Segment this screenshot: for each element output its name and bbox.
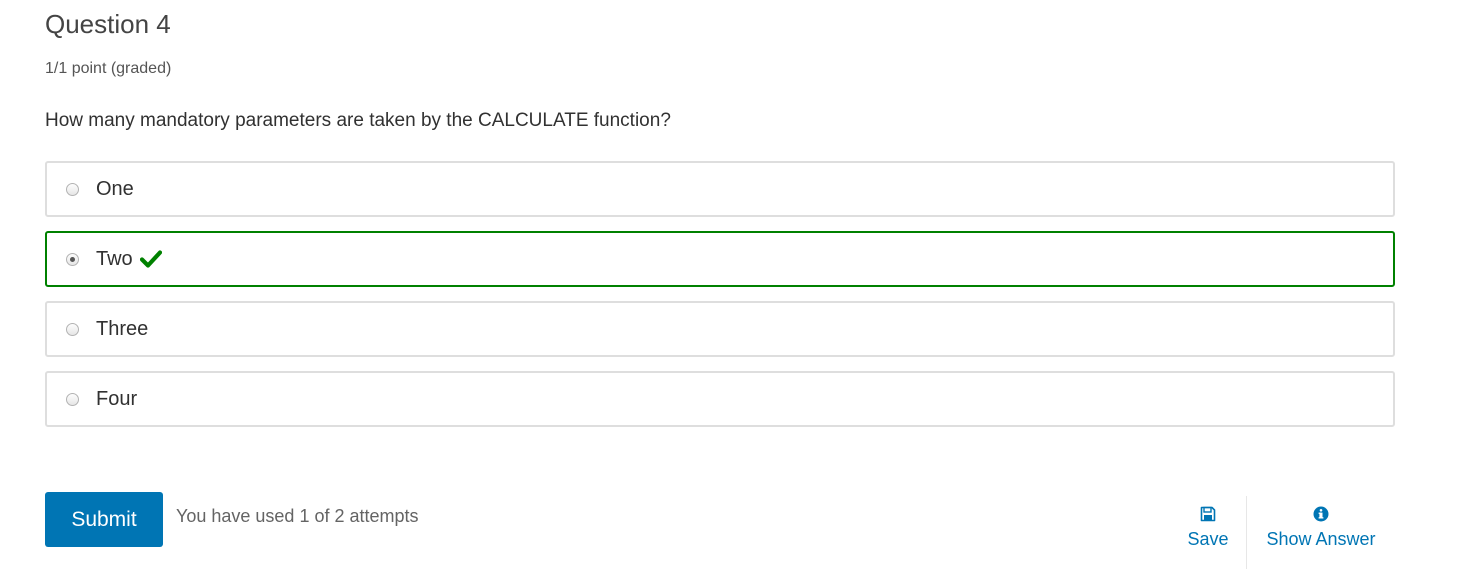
save-button[interactable]: Save bbox=[1176, 506, 1240, 550]
radio-button[interactable] bbox=[66, 392, 79, 406]
choice-label: Two bbox=[96, 247, 133, 270]
radio-button[interactable] bbox=[66, 182, 79, 196]
attempts-status: You have used 1 of 2 attempts bbox=[176, 506, 419, 526]
choice-three[interactable]: Three bbox=[45, 301, 1395, 357]
save-label: Save bbox=[1187, 529, 1229, 549]
radio-button[interactable] bbox=[66, 322, 79, 336]
choice-label: Four bbox=[96, 387, 138, 410]
problem-page: Question 4 1/1 point (graded) How many m… bbox=[0, 0, 1465, 569]
choice-one[interactable]: One bbox=[45, 161, 1395, 217]
show-answer-button[interactable]: Show Answer bbox=[1256, 506, 1386, 550]
show-answer-label: Show Answer bbox=[1266, 529, 1376, 549]
action-divider bbox=[1246, 496, 1247, 569]
info-circle-icon bbox=[1256, 506, 1386, 526]
choice-four[interactable]: Four bbox=[45, 371, 1395, 427]
floppy-disk-icon bbox=[1176, 506, 1240, 526]
submit-button[interactable]: Submit bbox=[45, 492, 163, 547]
question-title: Question 4 bbox=[45, 9, 171, 39]
points-status: 1/1 point (graded) bbox=[45, 60, 172, 77]
radio-button-selected[interactable] bbox=[66, 252, 79, 266]
question-prompt: How many mandatory parameters are taken … bbox=[45, 110, 671, 131]
choice-label: Three bbox=[96, 317, 149, 340]
checkmark-icon bbox=[139, 250, 162, 268]
choice-label: One bbox=[96, 177, 134, 200]
choice-two[interactable]: Two bbox=[45, 231, 1395, 287]
choice-group: One Two Three Four bbox=[45, 161, 1395, 441]
